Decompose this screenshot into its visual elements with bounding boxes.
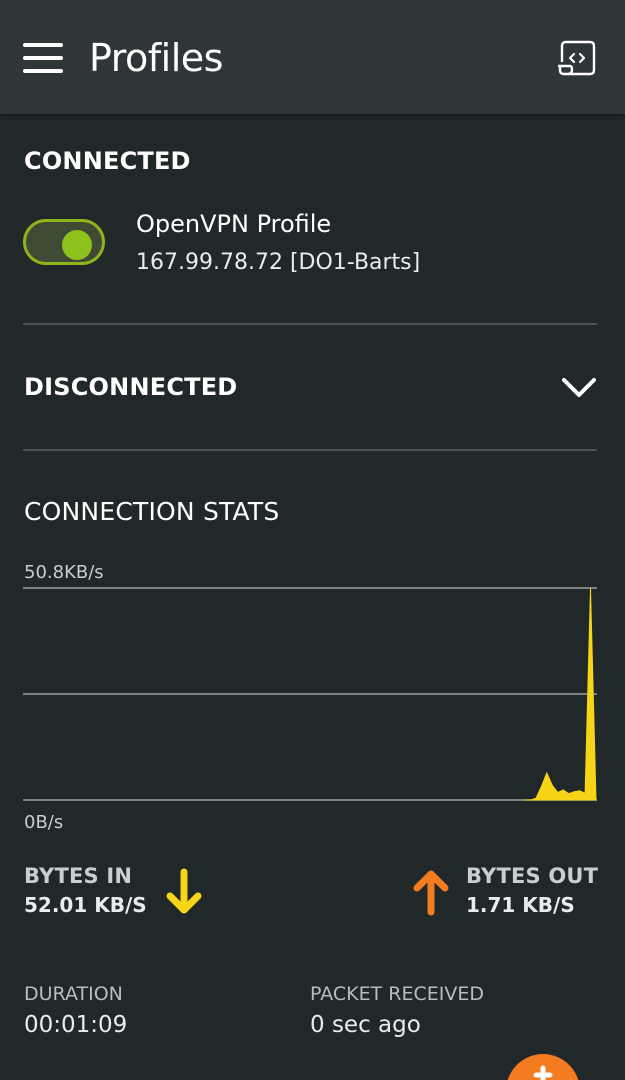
import-profile-icon[interactable] bbox=[556, 38, 598, 78]
packet-received-value: 0 sec ago bbox=[310, 1012, 421, 1038]
duration-label: DURATION bbox=[24, 983, 123, 1005]
divider bbox=[23, 449, 597, 451]
duration-value: 00:01:09 bbox=[24, 1012, 128, 1038]
disconnected-section-title[interactable]: DISCONNECTED bbox=[24, 372, 237, 402]
connected-section-title: CONNECTED bbox=[24, 147, 191, 175]
packet-received-label: PACKET RECEIVED bbox=[310, 983, 484, 1005]
traffic-chart bbox=[23, 587, 597, 801]
app-bar: Profiles bbox=[0, 0, 625, 114]
bytes-out-value: 1.71 KB/S bbox=[466, 893, 575, 917]
toggle-knob bbox=[62, 230, 92, 260]
arrow-down-icon bbox=[166, 868, 202, 914]
chart-y-max-label: 50.8KB/s bbox=[24, 562, 104, 583]
bytes-in-label: BYTES IN bbox=[24, 864, 133, 888]
chart-y-min-label: 0B/s bbox=[24, 812, 64, 833]
bytes-out-label: BYTES OUT bbox=[466, 864, 599, 888]
hamburger-menu-icon[interactable] bbox=[23, 43, 63, 73]
page-title: Profiles bbox=[89, 36, 223, 80]
plus-icon bbox=[533, 1065, 553, 1080]
chevron-down-icon[interactable] bbox=[560, 374, 598, 402]
profile-server: 167.99.78.72 [DO1-Barts] bbox=[136, 250, 421, 275]
bytes-in-value: 52.01 KB/S bbox=[24, 893, 147, 917]
profile-connection-toggle[interactable] bbox=[23, 219, 105, 265]
divider bbox=[23, 323, 597, 325]
add-profile-button[interactable] bbox=[506, 1054, 580, 1080]
profiles-screen: Profiles CONNECTED OpenVPN Profile 167.9… bbox=[0, 0, 625, 1080]
connection-stats-title: CONNECTION STATS bbox=[24, 497, 280, 526]
arrow-up-icon bbox=[413, 870, 449, 916]
profile-name[interactable]: OpenVPN Profile bbox=[136, 208, 331, 240]
